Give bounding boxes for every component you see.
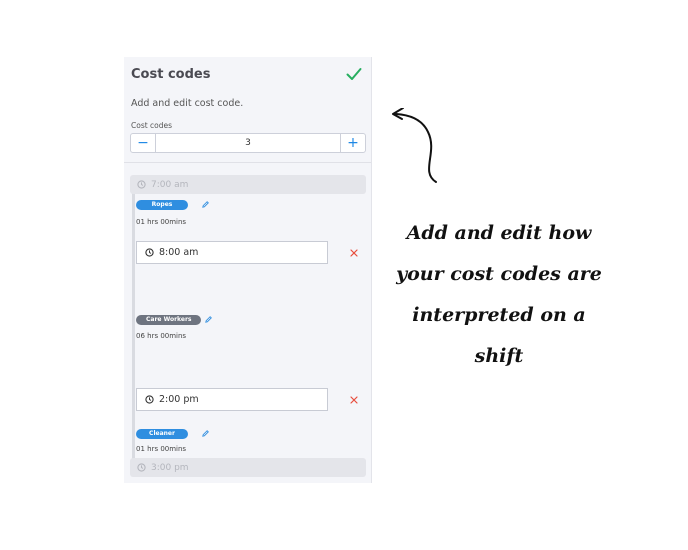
time-input[interactable]: 8:00 am [136, 241, 328, 264]
annotation-note: Add and edit how your cost codes are int… [383, 213, 615, 377]
confirm-check-icon[interactable] [346, 67, 362, 81]
panel-description: Add and edit cost code. [131, 98, 244, 109]
end-time-text: 3:00 pm [151, 462, 189, 473]
time-input[interactable]: 2:00 pm [136, 388, 328, 411]
remove-x-icon[interactable] [350, 396, 358, 404]
cost-code-tag: Cleaner [136, 429, 188, 439]
entry-duration: 01 hrs 00mins [136, 218, 187, 226]
edit-pencil-icon[interactable] [201, 429, 210, 438]
cost-codes-count[interactable]: 3 [156, 134, 340, 152]
increment-button[interactable]: + [340, 134, 365, 152]
edit-pencil-icon[interactable] [201, 200, 210, 209]
shift-start-time: 7:00 am [130, 175, 366, 194]
clock-icon [137, 463, 146, 472]
shift-end-time: 3:00 pm [130, 458, 366, 477]
clock-icon [137, 180, 146, 189]
cost-code-tag: Ropes [136, 200, 188, 210]
cost-codes-panel: Cost codes Add and edit cost code. Cost … [124, 57, 372, 483]
annotation-line: interpreted on a [412, 304, 586, 326]
annotation-line: your cost codes are [396, 263, 602, 285]
clock-icon [145, 395, 154, 404]
timeline-line [132, 183, 135, 473]
annotation-line: shift [474, 345, 524, 367]
start-time-text: 7:00 am [151, 179, 189, 190]
divider [124, 162, 371, 163]
time-input-value: 8:00 am [159, 247, 199, 258]
cost-code-tag: Care Workers [136, 315, 202, 325]
panel-title: Cost codes [131, 67, 211, 82]
entry-duration: 01 hrs 00mins [136, 445, 187, 453]
time-input-value: 2:00 pm [159, 394, 199, 405]
decrement-button[interactable]: − [131, 134, 156, 152]
annotation-line: Add and edit how [406, 222, 592, 244]
edit-pencil-icon[interactable] [204, 315, 213, 324]
entry-duration: 06 hrs 00mins [136, 332, 187, 340]
curved-arrow-icon [392, 108, 437, 183]
clock-icon [145, 248, 154, 257]
remove-x-icon[interactable] [350, 249, 358, 257]
cost-codes-stepper: − 3 + [130, 133, 366, 153]
cost-codes-label: Cost codes [131, 121, 173, 130]
